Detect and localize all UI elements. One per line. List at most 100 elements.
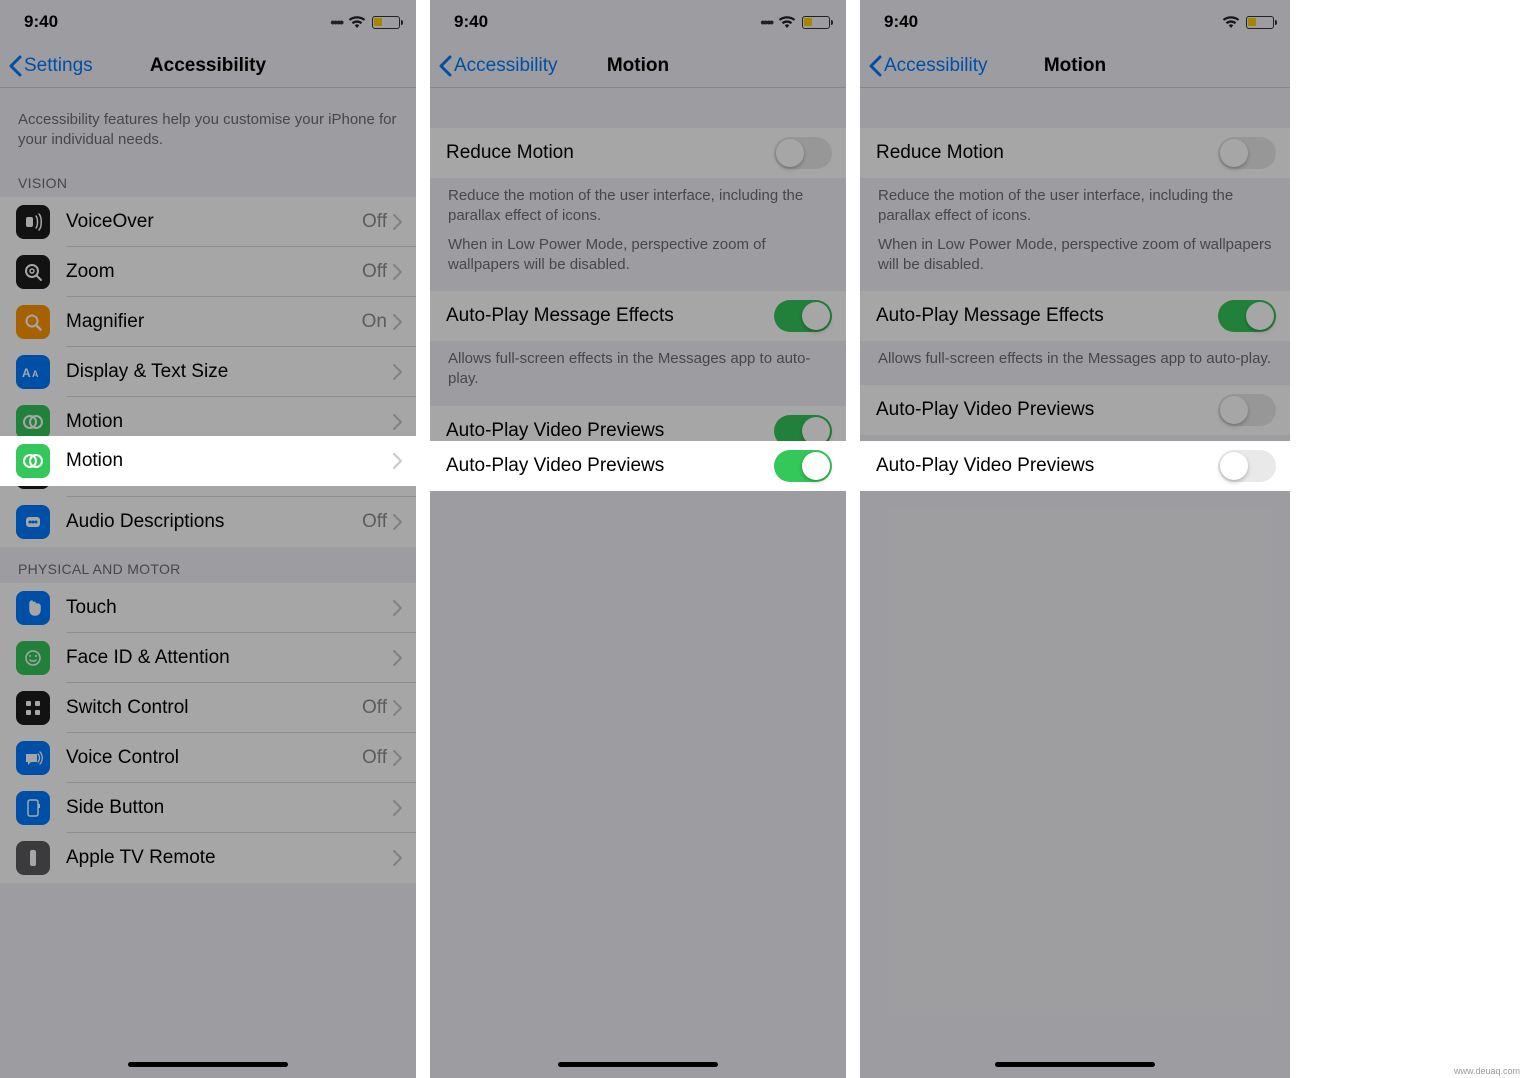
screen-accessibility: 9:40 •••• Settings Accessibility Accessi…	[0, 0, 430, 1078]
row-label: Reduce Motion	[446, 142, 774, 164]
row-autoplay-messages[interactable]: Auto-Play Message Effects	[430, 291, 846, 341]
apple-tv-remote-icon	[16, 841, 50, 875]
status-bar: 9:40 ••••	[0, 0, 416, 44]
status-bar: 9:40	[860, 0, 1290, 44]
row-audio-desc[interactable]: Audio Descriptions Off	[0, 497, 416, 547]
row-voiceover[interactable]: VoiceOver Off	[0, 197, 416, 247]
row-label: Touch	[66, 597, 393, 619]
autoplay-msg-footer: Allows full-screen effects in the Messag…	[860, 341, 1290, 385]
chevron-right-icon	[393, 850, 402, 866]
toggle-autoplay-video[interactable]	[1218, 394, 1276, 426]
row-display[interactable]: AA Display & Text Size	[0, 347, 416, 397]
row-label: Magnifier	[66, 311, 362, 333]
row-label: Face ID & Attention	[66, 647, 393, 669]
reduce-motion-footer: Reduce the motion of the user interface,…	[430, 178, 846, 291]
battery-icon	[1246, 16, 1274, 29]
back-button[interactable]: Accessibility	[860, 55, 987, 77]
chevron-right-icon	[393, 700, 402, 716]
row-label: Switch Control	[66, 697, 362, 719]
row-value: Off	[362, 211, 387, 233]
row-faceid[interactable]: Face ID & Attention	[0, 633, 416, 683]
row-label: VoiceOver	[66, 211, 362, 233]
row-voice-control[interactable]: Voice Control Off	[0, 733, 416, 783]
screen-motion-on: 9:40 •••• Accessibility Motion Reduce Mo…	[430, 0, 860, 1078]
row-autoplay-video-highlight[interactable]: Auto-Play Video Previews	[860, 441, 1290, 491]
highlight-autoplay-video: Auto-Play Video Previews	[860, 441, 1290, 491]
footer-line: Reduce the motion of the user interface,…	[448, 186, 828, 227]
row-label: Auto-Play Video Previews	[446, 455, 774, 477]
faceid-icon	[16, 641, 50, 675]
battery-icon	[372, 16, 400, 29]
row-label: Auto-Play Message Effects	[446, 305, 774, 327]
row-label: Auto-Play Message Effects	[876, 305, 1218, 327]
highlight-autoplay-video: Auto-Play Video Previews	[430, 441, 846, 491]
row-side-button[interactable]: Side Button	[0, 783, 416, 833]
chevron-right-icon	[393, 600, 402, 616]
row-reduce-motion[interactable]: Reduce Motion	[430, 128, 846, 178]
chevron-right-icon	[393, 750, 402, 766]
row-apple-tv[interactable]: Apple TV Remote	[0, 833, 416, 883]
wifi-icon	[778, 15, 796, 29]
chevron-right-icon	[393, 264, 402, 280]
footer-line: Reduce the motion of the user interface,…	[878, 186, 1272, 227]
row-autoplay-video[interactable]: Auto-Play Video Previews	[860, 385, 1290, 435]
row-value: Off	[362, 511, 387, 533]
row-switch-control[interactable]: Switch Control Off	[0, 683, 416, 733]
highlight-motion-row: Motion	[0, 436, 416, 486]
chevron-left-icon	[8, 55, 22, 77]
reduce-motion-footer: Reduce the motion of the user interface,…	[860, 178, 1290, 291]
intro-text: Accessibility features help you customis…	[0, 88, 416, 161]
row-label: Motion	[66, 450, 393, 472]
motion-icon	[16, 405, 50, 439]
voice-control-icon	[16, 741, 50, 775]
section-motor: PHYSICAL AND MOTOR	[0, 547, 416, 583]
toggle-autoplay-video-off[interactable]	[1218, 450, 1276, 482]
wifi-icon	[1222, 15, 1240, 29]
watermark: www.deuaq.com	[1454, 1066, 1520, 1076]
toggle-reduce-motion[interactable]	[1218, 137, 1276, 169]
row-label: Auto-Play Video Previews	[446, 420, 774, 442]
chevron-right-icon	[393, 800, 402, 816]
row-autoplay-messages[interactable]: Auto-Play Message Effects	[860, 291, 1290, 341]
row-autoplay-video-highlight[interactable]: Auto-Play Video Previews	[430, 441, 846, 491]
home-indicator[interactable]	[860, 1052, 1290, 1078]
wifi-icon	[348, 15, 366, 29]
display-text-icon: AA	[16, 355, 50, 389]
row-label: Display & Text Size	[66, 361, 393, 383]
home-indicator[interactable]	[0, 1052, 416, 1078]
row-zoom[interactable]: Zoom Off	[0, 247, 416, 297]
row-magnifier[interactable]: Magnifier On	[0, 297, 416, 347]
chevron-right-icon	[393, 650, 402, 666]
back-label: Settings	[24, 55, 93, 77]
footer-line: When in Low Power Mode, perspective zoom…	[878, 235, 1272, 276]
row-label: Auto-Play Video Previews	[876, 399, 1218, 421]
back-label: Accessibility	[884, 55, 987, 77]
row-label: Reduce Motion	[876, 142, 1218, 164]
back-button[interactable]: Accessibility	[430, 55, 557, 77]
magnifier-icon	[16, 305, 50, 339]
row-reduce-motion[interactable]: Reduce Motion	[860, 128, 1290, 178]
battery-icon	[802, 16, 830, 29]
row-motion-highlight[interactable]: Motion	[0, 436, 416, 486]
nav-bar: Accessibility Motion	[430, 44, 846, 88]
row-touch[interactable]: Touch	[0, 583, 416, 633]
toggle-autoplay-messages[interactable]	[774, 300, 832, 332]
status-time: 9:40	[24, 12, 58, 32]
row-label: Side Button	[66, 797, 393, 819]
back-label: Accessibility	[454, 55, 557, 77]
screen-motion-off: 9:40 Accessibility Motion Reduce Motion …	[860, 0, 1290, 1078]
chevron-right-icon	[393, 214, 402, 230]
audio-descriptions-icon	[16, 505, 50, 539]
row-label: Voice Control	[66, 747, 362, 769]
toggle-autoplay-video-on[interactable]	[774, 450, 832, 482]
chevron-right-icon	[393, 314, 402, 330]
back-button[interactable]: Settings	[0, 55, 93, 77]
row-value: Off	[362, 261, 387, 283]
chevron-right-icon	[393, 364, 402, 380]
row-label: Motion	[66, 411, 393, 433]
toggle-reduce-motion[interactable]	[774, 137, 832, 169]
toggle-autoplay-messages[interactable]	[1218, 300, 1276, 332]
row-value: On	[362, 311, 387, 333]
svg-text:A: A	[22, 366, 31, 380]
home-indicator[interactable]	[430, 1052, 846, 1078]
